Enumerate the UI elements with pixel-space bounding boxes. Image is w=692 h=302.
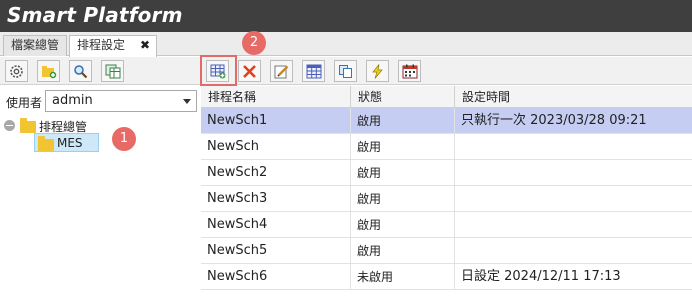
tree-toolbar — [0, 57, 200, 85]
title-bar: Smart Platform — [0, 0, 692, 32]
app-title: Smart Platform — [7, 3, 183, 27]
schedule-table: 排程名稱 狀態 設定時間 NewSch1 啟用 只執行一次 2023/03/28… — [201, 86, 692, 302]
tab-schedule-settings[interactable]: 排程設定 ✖ — [69, 35, 157, 57]
close-tab-icon[interactable]: ✖ — [140, 36, 150, 55]
schedule-toolbar — [200, 57, 692, 85]
table-row[interactable]: NewSch3 啟用 — [201, 186, 692, 212]
schedule-status: 啟用 — [351, 238, 455, 264]
schedule-time: 只執行一次 2023/03/28 09:21 — [461, 113, 647, 128]
table-row[interactable]: NewSch5 啟用 — [201, 238, 692, 264]
schedule-status: 啟用 — [351, 186, 455, 212]
add-folder-icon — [42, 66, 57, 79]
calendar-grid-button[interactable] — [302, 60, 325, 82]
tab-schedule-settings-label: 排程設定 — [77, 38, 126, 52]
delete-icon — [243, 65, 256, 78]
search-button[interactable] — [69, 60, 92, 82]
table-row[interactable]: NewSch6 未啟用 日設定 2024/12/11 17:13 — [201, 264, 692, 290]
tree-item-mes[interactable]: MES — [34, 133, 99, 152]
table-header: 排程名稱 狀態 設定時間 — [201, 86, 692, 108]
tab-file-manager-label: 檔案總管 — [11, 38, 60, 52]
schedule-name: NewSch — [201, 134, 351, 160]
tab-bar: 檔案總管 排程設定 ✖ — [0, 32, 692, 57]
calendar-icon — [402, 64, 418, 79]
schedule-status: 啟用 — [351, 108, 455, 134]
schedule-time — [455, 160, 692, 186]
schedule-name: NewSch3 — [201, 186, 351, 212]
settings-button[interactable] — [5, 60, 28, 82]
table-row[interactable]: NewSch1 啟用 只執行一次 2023/03/28 09:21 — [201, 108, 692, 134]
tree-item-label: MES — [57, 136, 83, 150]
folder-icon — [20, 118, 36, 133]
delete-button[interactable] — [238, 60, 261, 82]
add-folder-button[interactable] — [37, 60, 60, 82]
table-row[interactable]: NewSch 啟用 — [201, 134, 692, 160]
user-select-value: admin — [52, 93, 93, 108]
user-select[interactable]: admin — [45, 90, 197, 112]
schedule-time — [455, 186, 692, 212]
collapse-icon[interactable] — [4, 120, 15, 131]
schedule-name: NewSch6 — [201, 264, 351, 290]
schedule-time: 日設定 2024/12/11 17:13 — [461, 269, 621, 284]
calendar-button[interactable] — [398, 60, 421, 82]
settings-icon — [10, 65, 23, 78]
copy-sheet-button[interactable] — [101, 60, 124, 82]
tab-file-manager[interactable]: 檔案總管 — [3, 35, 67, 56]
schedule-time — [455, 212, 692, 238]
copy-sheet-icon — [105, 64, 121, 79]
copy-icon — [339, 65, 352, 78]
calendar-grid-icon — [306, 64, 322, 79]
schedule-name: NewSch4 — [201, 212, 351, 238]
table-row[interactable]: NewSch2 啟用 — [201, 160, 692, 186]
run-icon — [372, 64, 383, 79]
schedule-time — [455, 238, 692, 264]
step-badge-1: 1 — [112, 127, 136, 151]
table-row[interactable]: NewSch4 啟用 — [201, 212, 692, 238]
schedule-status: 啟用 — [351, 134, 455, 160]
user-label: 使用者 — [6, 96, 43, 110]
schedule-status: 啟用 — [351, 212, 455, 238]
schedule-status: 啟用 — [351, 160, 455, 186]
folder-icon — [38, 136, 54, 151]
add-schedule-highlight — [200, 55, 237, 86]
column-header-name[interactable]: 排程名稱 — [201, 86, 351, 108]
run-button[interactable] — [366, 60, 389, 82]
step-badge-2: 2 — [242, 31, 266, 55]
column-header-status[interactable]: 狀態 — [351, 86, 455, 108]
schedule-time — [455, 134, 692, 160]
edit-button[interactable] — [270, 60, 293, 82]
edit-icon — [274, 65, 289, 79]
copy-button[interactable] — [334, 60, 357, 82]
schedule-name: NewSch5 — [201, 238, 351, 264]
schedule-status: 未啟用 — [351, 264, 455, 290]
column-header-time[interactable]: 設定時間 — [455, 86, 692, 108]
schedule-name: NewSch2 — [201, 160, 351, 186]
schedule-name: NewSch1 — [201, 108, 351, 134]
chevron-down-icon — [183, 99, 191, 104]
search-icon — [74, 65, 88, 79]
